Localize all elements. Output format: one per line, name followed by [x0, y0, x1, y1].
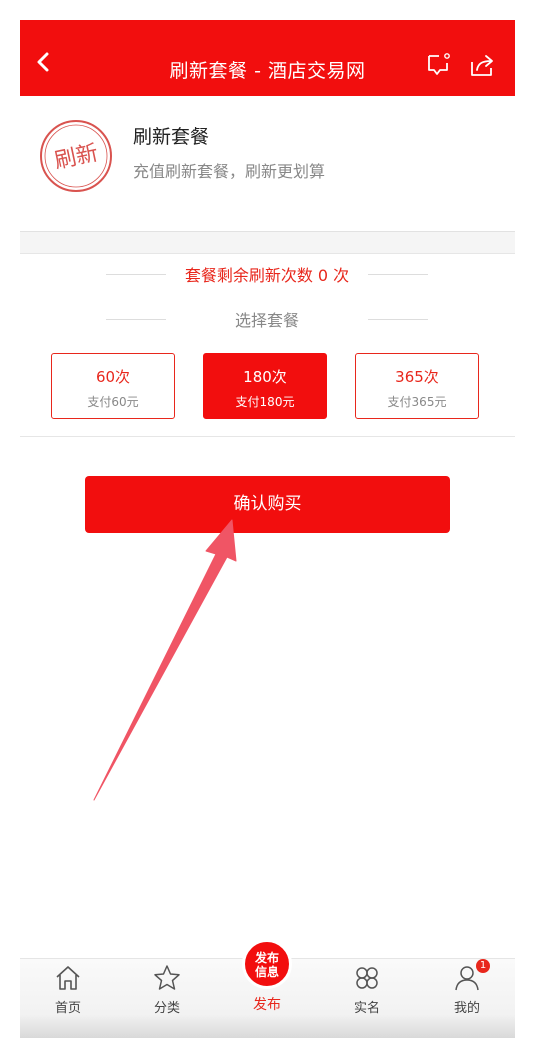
choose-package-row: 选择套餐 — [106, 307, 428, 331]
option-count: 365次 — [395, 368, 439, 386]
package-header: 刷新 刷新套餐 充值刷新套餐，刷新更划算 — [20, 96, 515, 232]
option-60[interactable]: 60次 支付60元 — [51, 353, 175, 419]
option-count: 180次 — [243, 368, 287, 386]
app-screen: 刷新套餐 - 酒店交易网 刷新 刷新套餐 充值刷新套餐，刷新更划算 套餐剩余刷新… — [20, 20, 515, 1038]
option-365[interactable]: 365次 支付365元 — [355, 353, 479, 419]
notification-badge: 1 — [476, 959, 490, 973]
home-icon — [56, 966, 80, 990]
tab-label: 首页 — [54, 1001, 81, 1016]
option-count: 60次 — [95, 368, 131, 386]
publish-line-1: 发布 — [254, 951, 279, 965]
star-icon — [154, 965, 180, 990]
top-bar: 刷新套餐 - 酒店交易网 — [20, 20, 515, 96]
tab-home[interactable]: 首页 — [28, 959, 108, 1023]
remaining-count-row: 套餐剩余刷新次数 0 次 — [106, 262, 428, 286]
tab-category[interactable]: 分类 — [127, 959, 207, 1023]
divider — [20, 436, 515, 437]
package-title: 刷新套餐 — [133, 126, 210, 148]
option-price: 支付180元 — [235, 395, 295, 409]
tab-label: 实名 — [353, 1001, 380, 1016]
tab-label: 分类 — [153, 1001, 180, 1016]
section-gap — [20, 232, 515, 254]
share-icon[interactable] — [467, 50, 497, 80]
tab-publish-label[interactable]: 发布 — [227, 994, 307, 1014]
tab-label: 我的 — [453, 1001, 480, 1016]
tab-mine[interactable]: 我的 — [427, 959, 507, 1023]
option-180-selected[interactable]: 180次 支付180元 — [203, 353, 327, 419]
publish-info-button[interactable]: 发布 信息 — [242, 939, 292, 989]
confirm-purchase-button[interactable]: 确认购买 — [85, 476, 450, 533]
tab-realname[interactable]: 实名 — [327, 959, 407, 1023]
clover-icon — [356, 967, 378, 989]
stamp-text: 刷新 — [52, 141, 100, 175]
option-price: 支付365元 — [387, 395, 447, 409]
chat-bubble-icon[interactable] — [425, 50, 455, 80]
package-subtitle: 充值刷新套餐，刷新更划算 — [133, 162, 326, 181]
refresh-stamp-logo: 刷新 — [40, 120, 112, 192]
option-price: 支付60元 — [87, 395, 139, 409]
publish-line-2: 信息 — [254, 965, 279, 979]
